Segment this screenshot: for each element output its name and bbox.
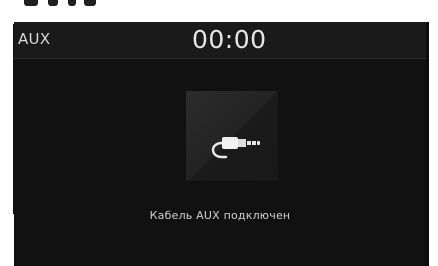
head-unit-screen: AUX 00:00 Кабель AUX подключен [14,22,426,266]
cutoff-glyph [84,0,96,6]
status-bar: AUX 00:00 [14,22,426,59]
cutoff-glyph [24,0,38,6]
top-bezel [0,0,438,24]
aux-panel: Кабель AUX подключен [14,59,426,266]
aux-cable-icon-tile [186,91,278,181]
device-photo: AUX 00:00 Кабель AUX подключен [0,0,438,266]
cutoff-glyph [68,0,76,6]
source-label[interactable]: AUX [18,30,50,48]
status-message: Кабель AUX подключен [149,209,291,222]
cutoff-glyph [48,0,58,6]
right-bezel-line [426,22,429,266]
left-bezel [0,22,14,216]
clock: 00:00 [192,25,267,54]
aux-cable-icon [211,137,260,159]
bottom-left-bezel [0,216,14,266]
